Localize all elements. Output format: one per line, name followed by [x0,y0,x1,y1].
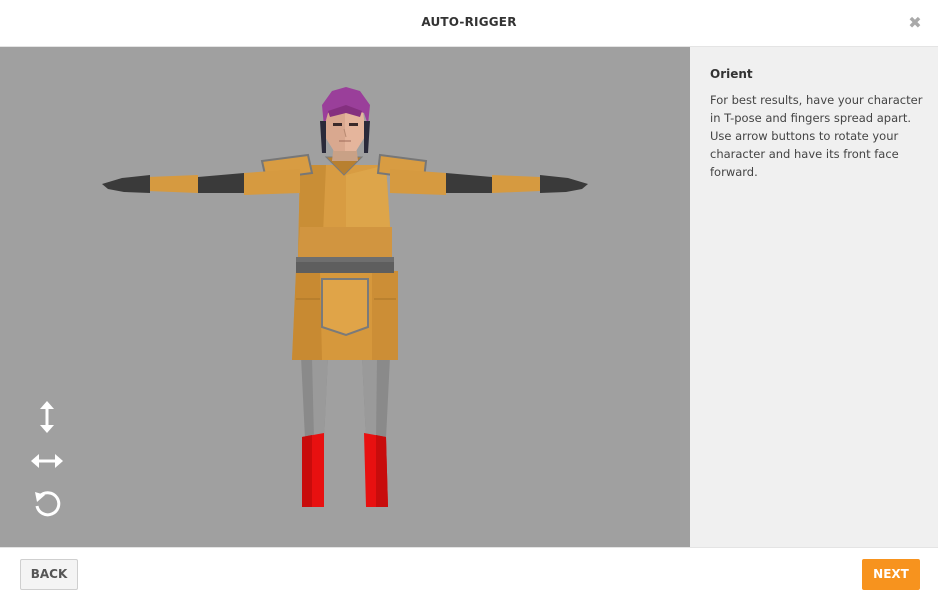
3d-viewport[interactable] [0,47,690,547]
character-model[interactable] [0,47,690,547]
panel-heading: Orient [710,67,753,81]
rotate-icon[interactable] [28,487,66,521]
back-button[interactable]: BACK [20,559,78,590]
dialog-footer: BACK NEXT [0,547,938,600]
dialog-title: AUTO-RIGGER [421,15,517,29]
vertical-arrows-icon[interactable] [28,400,66,434]
close-icon[interactable]: ✖ [906,14,924,32]
right-hand [540,175,588,193]
left-hand [102,175,150,193]
left-forearm [198,173,244,193]
right-forearm [446,173,492,193]
instructions-panel: Orient For best results, have your chara… [690,47,938,547]
horizontal-arrows-icon[interactable] [28,444,66,478]
next-button[interactable]: NEXT [862,559,920,590]
panel-description: For best results, have your character in… [710,93,923,179]
dialog-header: AUTO-RIGGER ✖ [0,0,938,47]
